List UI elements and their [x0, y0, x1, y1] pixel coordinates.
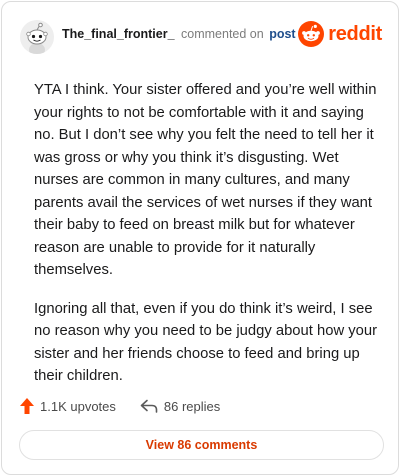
- reddit-logo-icon: [298, 21, 325, 47]
- comment-header: The_final_frontier_ commented on post re…: [16, 16, 382, 56]
- comment-actions: 1.1K upvotes 86 replies: [20, 396, 220, 416]
- avatar[interactable]: [20, 20, 54, 54]
- brand-wordmark: reddit: [328, 22, 382, 45]
- post-link[interactable]: post: [269, 27, 295, 41]
- upvote-button[interactable]: 1.1K upvotes: [20, 398, 116, 414]
- reddit-brand[interactable]: reddit: [298, 20, 382, 48]
- username[interactable]: The_final_frontier_: [62, 27, 175, 41]
- snoo-avatar-icon: [20, 20, 54, 54]
- view-comments-button[interactable]: View 86 comments: [19, 430, 384, 460]
- reply-button[interactable]: 86 replies: [140, 399, 220, 414]
- reply-count: 86 replies: [163, 398, 221, 414]
- comment-paragraph: Ignoring all that, even if you do think …: [34, 300, 378, 385]
- comment-paragraph: YTA I think. Your sister offered and you…: [34, 82, 377, 278]
- comment-body: YTA I think. Your sister offered and you…: [34, 79, 378, 388]
- reply-arrow-icon: [140, 399, 158, 413]
- comment-meta: The_final_frontier_ commented on post: [62, 27, 296, 41]
- upvote-count: 1.1K upvotes: [40, 398, 116, 414]
- upvote-arrow-icon: [20, 398, 34, 414]
- action-text: commented on: [181, 27, 264, 41]
- comment-card: The_final_frontier_ commented on post re…: [1, 1, 399, 475]
